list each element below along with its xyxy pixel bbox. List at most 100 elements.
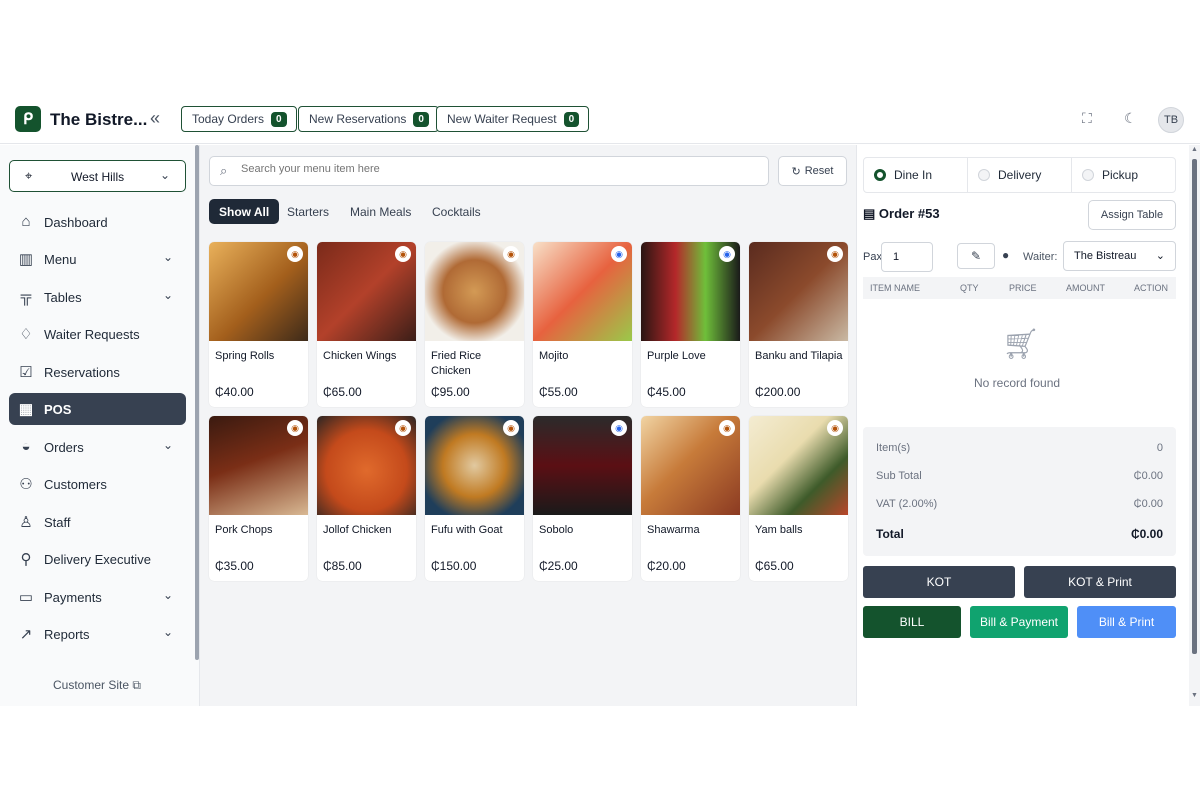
sidebar-item-label: Orders (44, 440, 84, 455)
menu-item-card[interactable]: ◉ Mojito ₵55.00 (533, 242, 632, 407)
order-number-label: Order #53 (878, 206, 940, 221)
radio-icon (978, 169, 990, 181)
kot-button[interactable]: KOT (863, 566, 1015, 598)
food-type-icon: ◉ (827, 246, 843, 262)
scrollbar-thumb[interactable] (1192, 159, 1197, 654)
reset-button[interactable]: ↻ Reset (778, 156, 847, 186)
menu-item-card[interactable]: ◉ Banku and Tilapia ₵200.00 (749, 242, 848, 407)
sidebar-item-label: Reports (44, 627, 90, 642)
chevron-down-icon: ⌄ (163, 288, 174, 302)
sidebar-item-customers[interactable]: ⚇ Customers (9, 468, 186, 500)
category-cocktails[interactable]: Cocktails (422, 199, 491, 224)
sidebar-item-label: Tables (44, 290, 82, 305)
new-reservations-count: 0 (413, 111, 429, 127)
sidebar-item-waiter-requests[interactable]: ♢ Waiter Requests (9, 318, 186, 350)
menu-item-price: ₵55.00 (539, 385, 578, 399)
drink-type-icon: ◉ (719, 246, 735, 262)
new-waiter-request-button[interactable]: New Waiter Request 0 (436, 106, 590, 132)
bill-button[interactable]: BILL (863, 606, 961, 638)
collapse-sidebar-icon[interactable]: « (150, 108, 160, 129)
menu-item-card[interactable]: ◉ Jollof Chicken ₵85.00 (317, 416, 416, 581)
subtotal-row: Sub Total ₵0.00 (876, 470, 1163, 482)
sidebar-item-payments[interactable]: ▭ Payments ⌄ (9, 581, 186, 613)
sidebar-item-pos[interactable]: ▦ POS (9, 393, 186, 425)
sidebar-item-menu[interactable]: ▥ Menu ⌄ (9, 243, 186, 275)
wallet-icon: ▭ (18, 589, 34, 606)
avatar[interactable]: TB (1158, 107, 1184, 133)
category-show-all[interactable]: Show All (209, 199, 280, 224)
refresh-icon: ↻ (791, 165, 801, 178)
column-header: AMOUNT (1066, 283, 1105, 293)
bill-payment-button[interactable]: Bill & Payment (970, 606, 1068, 638)
order-table-header: ITEM NAME QTY PRICE AMOUNT ACTION (863, 277, 1176, 299)
waiter-label: Waiter: (1023, 251, 1058, 263)
today-orders-count: 0 (271, 111, 287, 127)
delivery-icon: ⚲ (20, 551, 32, 568)
shopping-cart-icon: 🛒︎ (1002, 328, 1041, 361)
bill-print-button[interactable]: Bill & Print (1077, 606, 1176, 638)
sidebar-item-label: Dashboard (44, 215, 108, 230)
menu-item-card[interactable]: ◉ Pork Chops ₵35.00 (209, 416, 308, 581)
search-box[interactable]: ⌕ (209, 156, 769, 186)
menu-item-card[interactable]: ◉ Yam balls ₵65.00 (749, 416, 848, 581)
order-number: ▤ Order #53 (863, 206, 940, 222)
customer-site-label: Customer Site (53, 678, 130, 692)
scroll-down-icon[interactable]: ▼ (1191, 692, 1198, 699)
sidebar-item-delivery-executive[interactable]: ⚲ Delivery Executive (9, 543, 186, 575)
waiter-select[interactable]: The Bistreau ⌄ (1063, 241, 1176, 271)
menu-item-card[interactable]: ◉ Fried Rice Chicken ₵95.00 (425, 242, 524, 407)
fullscreen-icon[interactable]: ⛶ (1082, 110, 1092, 127)
brand-name[interactable]: The Bistre... (50, 110, 147, 130)
category-starters[interactable]: Starters (277, 199, 339, 224)
sidebar-item-label: Menu (44, 252, 77, 267)
calendar-icon: ☑ (19, 364, 33, 381)
top-bar: ᑭ The Bistre... « Today Orders 0 New Res… (0, 97, 1200, 144)
pos-icon: ▦ (18, 401, 34, 418)
menu-item-name: Sobolo (539, 524, 574, 536)
column-header: QTY (960, 283, 979, 293)
pos-app: ᑭ The Bistre... « Today Orders 0 New Res… (0, 97, 1200, 706)
sidebar-item-tables[interactable]: ╦ Tables ⌄ (9, 281, 186, 313)
sidebar-item-dashboard[interactable]: ⌂ Dashboard (9, 206, 186, 238)
order-type-dine-in[interactable]: Dine In (864, 158, 968, 192)
order-panel-scrollbar[interactable]: ▲ ▼ (1189, 145, 1200, 706)
new-reservations-button[interactable]: New Reservations 0 (298, 106, 439, 132)
menu-item-price: ₵20.00 (647, 559, 686, 573)
edit-note-button[interactable]: ✎ (957, 243, 995, 269)
sidebar-item-reports[interactable]: ↗ Reports ⌄ (9, 618, 186, 650)
user-icon: ● (1002, 248, 1010, 262)
category-main-meals[interactable]: Main Meals (340, 199, 421, 224)
total-value: ₵0.00 (1130, 527, 1163, 541)
waiter-value: The Bistreau (1074, 250, 1137, 262)
sidebar-item-staff[interactable]: ♙ Staff (9, 506, 186, 538)
order-type-pickup[interactable]: Pickup (1072, 158, 1175, 192)
assign-table-button[interactable]: Assign Table (1088, 200, 1176, 230)
pax-input[interactable]: 1 (881, 242, 933, 272)
menu-item-card[interactable]: ◉ Purple Love ₵45.00 (641, 242, 740, 407)
vat-label: VAT (2.00%) (876, 498, 938, 510)
menu-item-name: Fufu with Goat (431, 524, 503, 536)
menu-item-card[interactable]: ◉ Spring Rolls ₵40.00 (209, 242, 308, 407)
chevron-down-icon: ⌄ (160, 168, 171, 182)
order-type-delivery[interactable]: Delivery (968, 158, 1072, 192)
location-select[interactable]: ⌖ West Hills ⌄ (9, 160, 186, 192)
customer-site-link[interactable]: Customer Site ⧉ (53, 678, 141, 693)
dark-mode-moon-icon[interactable]: ☾ (1124, 110, 1137, 127)
menu-item-price: ₵85.00 (323, 559, 362, 573)
sidebar-scrollbar[interactable] (195, 145, 199, 660)
brand-logo-icon[interactable]: ᑭ (15, 106, 41, 132)
menu-item-card[interactable]: ◉ Sobolo ₵25.00 (533, 416, 632, 581)
search-input[interactable] (241, 163, 741, 175)
menu-item-card[interactable]: ◉ Fufu with Goat ₵150.00 (425, 416, 524, 581)
home-icon: ⌂ (21, 213, 31, 230)
sidebar-item-label: Delivery Executive (44, 552, 151, 567)
menu-item-card[interactable]: ◉ Shawarma ₵20.00 (641, 416, 740, 581)
sidebar-item-reservations[interactable]: ☑ Reservations (9, 356, 186, 388)
scroll-up-icon[interactable]: ▲ (1191, 146, 1198, 153)
column-header: ITEM NAME (870, 283, 921, 293)
menu-item-card[interactable]: ◉ Chicken Wings ₵65.00 (317, 242, 416, 407)
today-orders-button[interactable]: Today Orders 0 (181, 106, 297, 132)
kot-print-button[interactable]: KOT & Print (1024, 566, 1176, 598)
menu-item-price: ₵40.00 (215, 385, 254, 399)
sidebar-item-orders[interactable]: ◒ Orders ⌄ (9, 431, 186, 463)
